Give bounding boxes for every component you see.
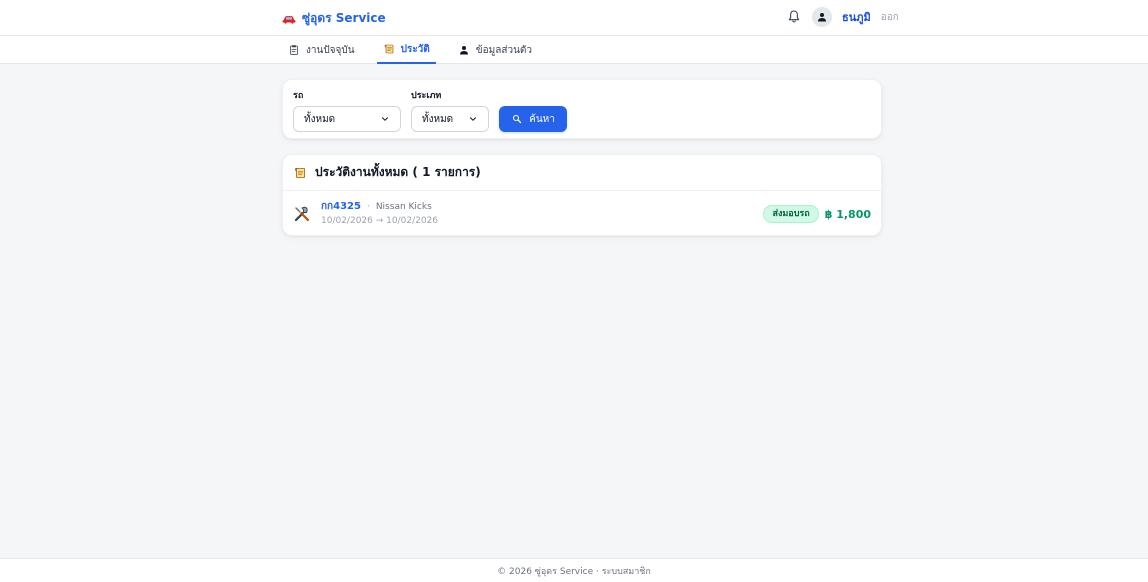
filters-row: รถ ทั้งหมด ประเภท ทั้งหมด ค้นหา bbox=[293, 90, 871, 132]
car-icon bbox=[282, 15, 296, 24]
type-select-value: ทั้งหมด bbox=[422, 113, 454, 125]
footer: © 2026 ซู่อุดร Service · ระบบสมาชิก bbox=[0, 558, 1148, 582]
username: ธนภูมิ bbox=[842, 11, 871, 24]
history-header: ประวัติงานทั้งหมด ( 1 รายการ) bbox=[283, 155, 881, 191]
scroll-icon bbox=[384, 44, 393, 54]
tab-label: ประวัติ bbox=[400, 43, 430, 55]
user-icon bbox=[459, 46, 468, 55]
history-item-left: กก4325 · Nissan Kicks 10/02/2026 → 10/02… bbox=[293, 201, 438, 227]
tab-current-jobs[interactable]: งานปัจจุบัน bbox=[282, 36, 361, 64]
brand-title: ซู่อุดร Service bbox=[302, 11, 386, 25]
brand-link[interactable]: ซู่อุดร Service bbox=[282, 9, 386, 28]
vehicle-filter-label: รถ bbox=[293, 91, 304, 101]
avatar[interactable] bbox=[812, 7, 832, 27]
type-filter-label: ประเภท bbox=[411, 91, 442, 101]
history-item-line1: กก4325 · Nissan Kicks bbox=[321, 201, 438, 213]
vehicle-select-value: ทั้งหมด bbox=[304, 113, 336, 125]
tab-profile[interactable]: ข้อมูลส่วนตัว bbox=[452, 36, 538, 64]
tab-label: งานปัจจุบัน bbox=[306, 44, 355, 56]
footer-text: © 2026 ซู่อุดร Service · ระบบสมาชิก bbox=[497, 566, 651, 577]
bell-icon[interactable] bbox=[786, 9, 802, 25]
top-navbar: ซู่อุดร Service ธนภูมิ ออก bbox=[0, 0, 1148, 36]
tab-bar: งานปัจจุบัน ประวัติ ข้อมูลส่วนตัว bbox=[0, 36, 1148, 64]
plate-number[interactable]: กก4325 bbox=[321, 201, 361, 213]
type-select[interactable]: ทั้งหมด bbox=[411, 106, 489, 132]
type-filter: ประเภท ทั้งหมด bbox=[411, 90, 489, 132]
logout-link[interactable]: ออก bbox=[881, 10, 899, 25]
chevron-down-icon bbox=[382, 117, 388, 121]
tools-icon bbox=[294, 206, 310, 222]
scroll-icon bbox=[294, 167, 306, 178]
car-model: Nissan Kicks bbox=[375, 202, 432, 212]
clipboard-icon bbox=[290, 45, 298, 55]
history-title: ประวัติงานทั้งหมด ( 1 รายการ) bbox=[315, 165, 481, 179]
vehicle-select[interactable]: ทั้งหมด bbox=[293, 106, 401, 132]
user-icon bbox=[818, 13, 826, 22]
header-tools: ธนภูมิ ออก bbox=[786, 7, 899, 27]
tab-label: ข้อมูลส่วนตัว bbox=[475, 44, 533, 56]
separator: · bbox=[366, 202, 370, 212]
history-item-right: ส่งมอบรถ ฿ 1,800 bbox=[763, 205, 871, 223]
search-button-label: ค้นหา bbox=[529, 113, 555, 125]
date-range: 10/02/2026 → 10/02/2026 bbox=[321, 216, 439, 226]
search-icon bbox=[513, 114, 522, 124]
history-item-text: กก4325 · Nissan Kicks 10/02/2026 → 10/02… bbox=[321, 201, 438, 227]
tab-history[interactable]: ประวัติ bbox=[376, 36, 436, 64]
search-button[interactable]: ค้นหา bbox=[499, 106, 567, 132]
amount: ฿ 1,800 bbox=[824, 207, 871, 221]
history-card: ประวัติงานทั้งหมด ( 1 รายการ) กก4325 · N… bbox=[282, 154, 882, 236]
filters-card: รถ ทั้งหมด ประเภท ทั้งหมด ค้นหา bbox=[282, 79, 882, 139]
history-item[interactable]: กก4325 · Nissan Kicks 10/02/2026 → 10/02… bbox=[283, 191, 881, 237]
status-badge: ส่งมอบรถ bbox=[763, 205, 819, 223]
chevron-down-icon bbox=[470, 117, 476, 121]
tabs: งานปัจจุบัน ประวัติ ข้อมูลส่วนตัว bbox=[282, 36, 538, 64]
vehicle-filter: รถ ทั้งหมด bbox=[293, 90, 401, 132]
